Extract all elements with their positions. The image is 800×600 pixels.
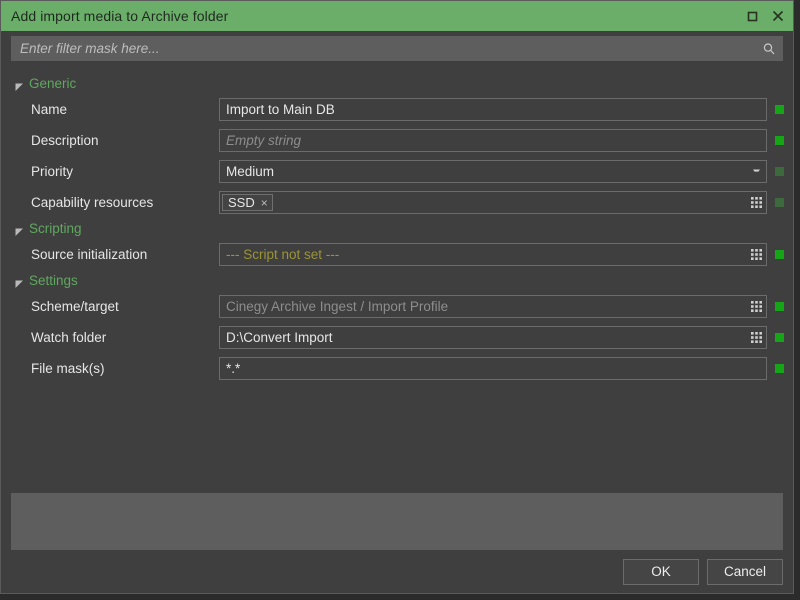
- group-label: Generic: [29, 76, 77, 91]
- close-button[interactable]: [765, 2, 791, 30]
- priority-combobox[interactable]: Medium: [219, 160, 767, 183]
- description-value: Empty string: [226, 133, 302, 148]
- group-header-settings[interactable]: Settings: [1, 270, 793, 291]
- filter-field[interactable]: [11, 36, 783, 61]
- dropdown-icon[interactable]: [747, 161, 766, 182]
- property-grid: Generic Name Import to Main DB Descripti…: [1, 67, 793, 493]
- dialog-window: Add import media to Archive folder Enter…: [0, 0, 794, 594]
- dialog-button-bar: OK Cancel: [1, 550, 793, 593]
- filter-bar: [1, 31, 793, 67]
- status-indicator: [775, 198, 784, 207]
- source-initialization-value: --- Script not set ---: [226, 247, 340, 262]
- property-label: Priority: [31, 164, 74, 179]
- property-row-name: Name Import to Main DB: [1, 94, 793, 125]
- grid-dots-icon[interactable]: [747, 327, 766, 348]
- name-input[interactable]: Import to Main DB: [219, 98, 767, 121]
- property-label: Name: [31, 102, 68, 117]
- file-masks-value: *.*: [226, 361, 241, 376]
- cancel-button[interactable]: Cancel: [707, 558, 783, 585]
- ok-button[interactable]: OK: [623, 558, 699, 585]
- property-label: Scheme/target: [31, 299, 119, 314]
- tag-chip[interactable]: SSD ×: [222, 194, 273, 211]
- status-indicator: [775, 364, 784, 373]
- maximize-icon: [747, 11, 758, 22]
- priority-value: Medium: [226, 164, 275, 179]
- group-label: Scripting: [29, 221, 82, 236]
- tag-list: SSD ×: [220, 194, 747, 211]
- capability-resources-tags[interactable]: SSD ×: [219, 191, 767, 214]
- file-masks-input[interactable]: *.*: [219, 357, 767, 380]
- status-indicator: [775, 136, 784, 145]
- group-header-generic[interactable]: Generic: [1, 73, 793, 94]
- scheme-target-value: Cinegy Archive Ingest / Import Profile: [226, 299, 449, 314]
- status-indicator: [775, 250, 784, 259]
- tag-label: SSD: [228, 195, 255, 210]
- property-row-file-masks: File mask(s) *.*: [1, 353, 793, 384]
- scheme-target-input[interactable]: Cinegy Archive Ingest / Import Profile: [219, 295, 767, 318]
- property-label: File mask(s): [31, 361, 105, 376]
- property-row-description: Description Empty string: [1, 125, 793, 156]
- property-label: Description: [31, 133, 99, 148]
- search-icon[interactable]: [762, 42, 776, 56]
- name-value: Import to Main DB: [226, 102, 335, 117]
- status-indicator: [775, 167, 784, 176]
- property-row-scheme-target: Scheme/target Cinegy Archive Ingest / Im…: [1, 291, 793, 322]
- property-label: Capability resources: [31, 195, 154, 210]
- title-bar: Add import media to Archive folder: [1, 1, 793, 31]
- property-label: Watch folder: [31, 330, 107, 345]
- property-row-capability-resources: Capability resources SSD ×: [1, 187, 793, 218]
- collapse-triangle-icon: [15, 276, 24, 288]
- watch-folder-input[interactable]: D:\Convert Import: [219, 326, 767, 349]
- grid-dots-icon[interactable]: [747, 296, 766, 317]
- property-row-watch-folder: Watch folder D:\Convert Import: [1, 322, 793, 353]
- source-initialization-input[interactable]: --- Script not set ---: [219, 243, 767, 266]
- collapse-triangle-icon: [15, 224, 24, 236]
- description-panel: [11, 493, 783, 550]
- collapse-triangle-icon: [15, 79, 24, 91]
- close-icon: [772, 10, 784, 22]
- property-row-source-initialization: Source initialization --- Script not set…: [1, 239, 793, 270]
- grid-dots-icon[interactable]: [747, 192, 766, 213]
- status-indicator: [775, 105, 784, 114]
- property-label: Source initialization: [31, 247, 148, 262]
- tag-remove-icon[interactable]: ×: [261, 197, 268, 209]
- maximize-button[interactable]: [739, 2, 765, 30]
- window-title: Add import media to Archive folder: [11, 8, 229, 24]
- property-row-priority: Priority Medium: [1, 156, 793, 187]
- grid-dots-icon[interactable]: [747, 244, 766, 265]
- group-header-scripting[interactable]: Scripting: [1, 218, 793, 239]
- status-indicator: [775, 333, 784, 342]
- status-indicator: [775, 302, 784, 311]
- filter-input[interactable]: [12, 37, 782, 60]
- group-label: Settings: [29, 273, 78, 288]
- watch-folder-value: D:\Convert Import: [226, 330, 333, 345]
- description-input[interactable]: Empty string: [219, 129, 767, 152]
